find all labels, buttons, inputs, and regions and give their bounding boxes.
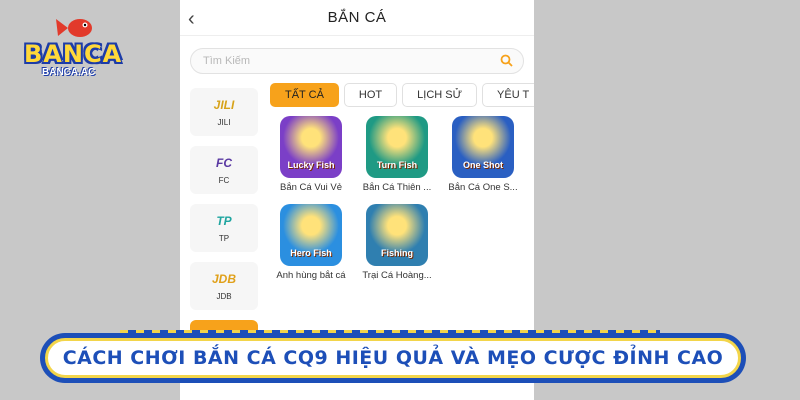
banner-inner: CÁCH CHƠI BẮN CÁ CQ9 HIỆU QUẢ VÀ MẸO CƯỢ…	[45, 338, 741, 378]
provider-item[interactable]: FC FC	[190, 146, 258, 194]
provider-logo: FC	[216, 155, 232, 170]
search-bar	[190, 48, 524, 74]
game-card[interactable]: Fishing Trại Cá Hoàng...	[356, 204, 438, 281]
game-thumbnail[interactable]: Turn Fish	[366, 116, 428, 178]
game-name: Trại Cá Hoàng...	[362, 270, 432, 281]
provider-logo: JDB	[211, 271, 236, 286]
search-icon[interactable]	[500, 54, 513, 67]
game-thumbnail-text: One Shot	[463, 160, 503, 170]
provider-label: JDB	[216, 291, 232, 301]
game-name: Bắn Cá Thiên ...	[362, 182, 432, 193]
page-title: BẮN CÁ	[327, 9, 387, 26]
provider-label: FC	[218, 175, 230, 185]
banca-logo: BANCA BANCA.AC	[20, 14, 123, 78]
category-tabs: TẤT CẢ HOT LỊCH SỬ YÊU T	[270, 83, 534, 107]
game-card[interactable]: Hero Fish Anh hùng bắt cá	[270, 204, 352, 281]
banner-title: CÁCH CHƠI BẮN CÁ CQ9 HIỆU QUẢ VÀ MẸO CƯỢ…	[62, 347, 724, 369]
game-thumbnail[interactable]: One Shot	[452, 116, 514, 178]
game-thumbnail[interactable]: Lucky Fish	[280, 116, 342, 178]
article-banner: CÁCH CHƠI BẮN CÁ CQ9 HIỆU QUẢ VÀ MẸO CƯỢ…	[40, 333, 746, 383]
game-name: Anh hùng bắt cá	[276, 270, 346, 281]
game-thumbnail-text: Turn Fish	[376, 160, 418, 170]
tab-item[interactable]: HOT	[343, 83, 398, 107]
game-name: Bắn Cá One S...	[448, 182, 518, 193]
provider-item[interactable]: TP TP	[190, 204, 258, 252]
logo-wordmark: BANCA	[24, 40, 123, 68]
game-thumbnail[interactable]: Fishing	[366, 204, 428, 266]
game-card[interactable]: One Shot Bắn Cá One S...	[442, 116, 524, 193]
provider-logo: JILI	[213, 97, 235, 112]
top-bar: ‹ BẮN CÁ	[180, 0, 534, 36]
game-thumbnail-text: Hero Fish	[290, 248, 332, 258]
game-card[interactable]: Lucky Fish Bắn Cá Vui Vẻ	[270, 116, 352, 193]
game-thumbnail-text: Fishing	[381, 248, 413, 258]
tab-item[interactable]: YÊU T	[482, 83, 534, 107]
game-name: Bắn Cá Vui Vẻ	[280, 182, 342, 193]
search-input[interactable]	[191, 49, 481, 73]
tab-item[interactable]: TẤT CẢ	[270, 83, 339, 107]
game-thumbnail[interactable]: Hero Fish	[280, 204, 342, 266]
tab-item[interactable]: LỊCH SỬ	[402, 83, 478, 107]
logo-subtitle: BANCA.AC	[42, 67, 96, 78]
game-card[interactable]: Turn Fish Bắn Cá Thiên ...	[356, 116, 438, 193]
provider-item[interactable]: JILI JILI	[190, 88, 258, 136]
provider-label: TP	[218, 233, 230, 243]
provider-label: JILI	[217, 117, 231, 127]
provider-logo: TP	[216, 213, 232, 228]
provider-item[interactable]: JDB JDB	[190, 262, 258, 310]
game-thumbnail-text: Lucky Fish	[287, 160, 335, 170]
